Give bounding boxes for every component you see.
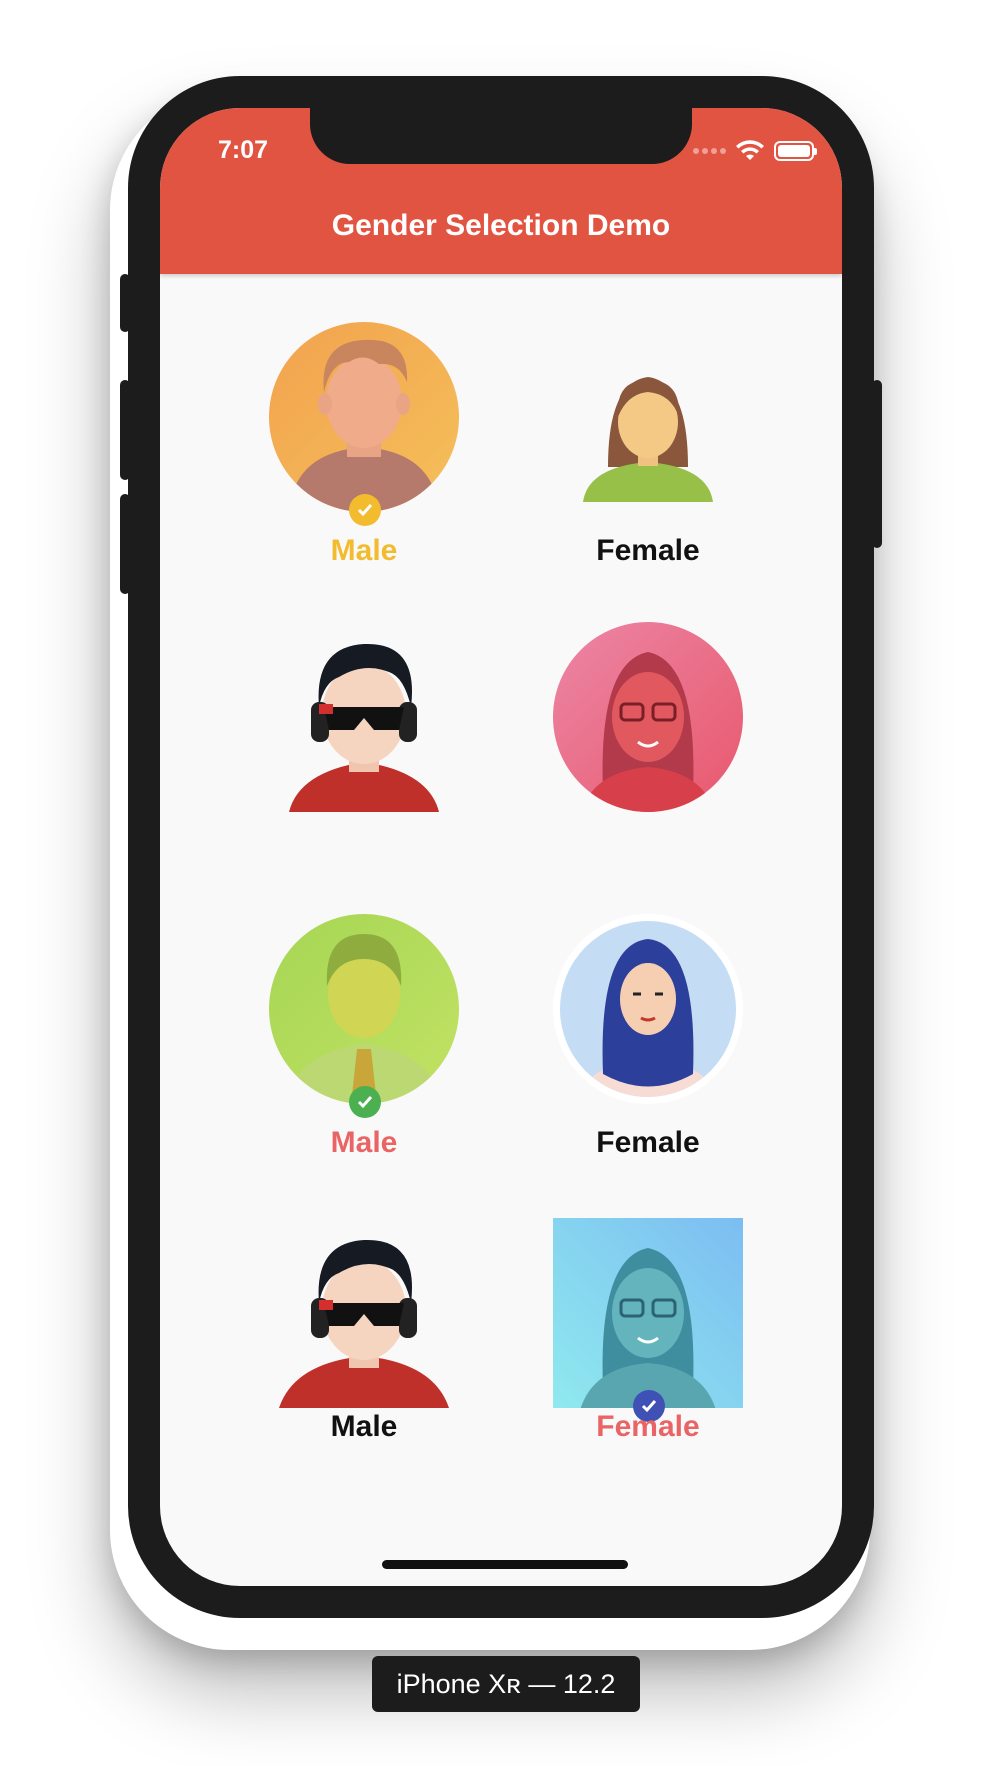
wifi-icon [736, 140, 764, 160]
female-avatar [553, 914, 743, 1104]
male-avatar [269, 914, 459, 1118]
cellular-signal-icon [693, 148, 726, 154]
female-hijab-avatar-image [553, 914, 743, 1104]
volume-down-button [120, 494, 130, 594]
male-avatar [269, 1218, 459, 1408]
device-screen: 7:07 Gender Selection Demo Male Female M… [160, 108, 842, 1586]
male-avatar [269, 322, 459, 526]
gender-label: Female [596, 1126, 700, 1159]
gender-label: Female [596, 534, 700, 567]
male-boy-orange-avatar-image [269, 322, 459, 512]
female-glasses-pink-avatar-image [553, 622, 743, 812]
gender-option-female-4[interactable]: Female [508, 1218, 788, 1443]
female-avatar [553, 1218, 743, 1422]
app-bar: 7:07 Gender Selection Demo [160, 108, 842, 274]
female-glasses-blue-avatar-image [553, 1218, 743, 1408]
page-title: Gender Selection Demo [331, 209, 671, 242]
female-green-shirt-avatar-image [583, 377, 713, 502]
mute-switch [120, 274, 130, 332]
female-avatar [553, 622, 743, 812]
gender-option-male-2[interactable] [224, 622, 504, 922]
status-time: 7:07 [218, 136, 269, 164]
male-avatar [269, 622, 459, 812]
gender-option-male-4[interactable]: Male [224, 1218, 504, 1443]
gender-option-female-2[interactable] [508, 622, 788, 922]
female-avatar [553, 322, 743, 512]
volume-up-button [120, 380, 130, 480]
gender-option-male-3[interactable]: Male [224, 914, 504, 1254]
gender-option-female-3[interactable]: Female [508, 914, 788, 1254]
selected-check-icon [349, 494, 381, 526]
male-dj-avatar-image [289, 643, 439, 812]
home-indicator[interactable] [382, 1560, 628, 1569]
power-button [872, 380, 882, 548]
gender-label: Male [330, 1126, 398, 1159]
battery-icon [774, 141, 817, 161]
gender-label: Male [330, 534, 398, 567]
selected-check-icon [349, 1086, 381, 1118]
device-caption: iPhone Xʀ — 12.2 [372, 1656, 640, 1712]
male-green-tie-avatar-image [269, 914, 459, 1104]
notch [310, 108, 692, 164]
gender-label: Male [330, 1410, 398, 1443]
male-dj-avatar-image [279, 1239, 449, 1408]
gender-label: Female [596, 1410, 700, 1443]
status-icons [693, 140, 817, 162]
